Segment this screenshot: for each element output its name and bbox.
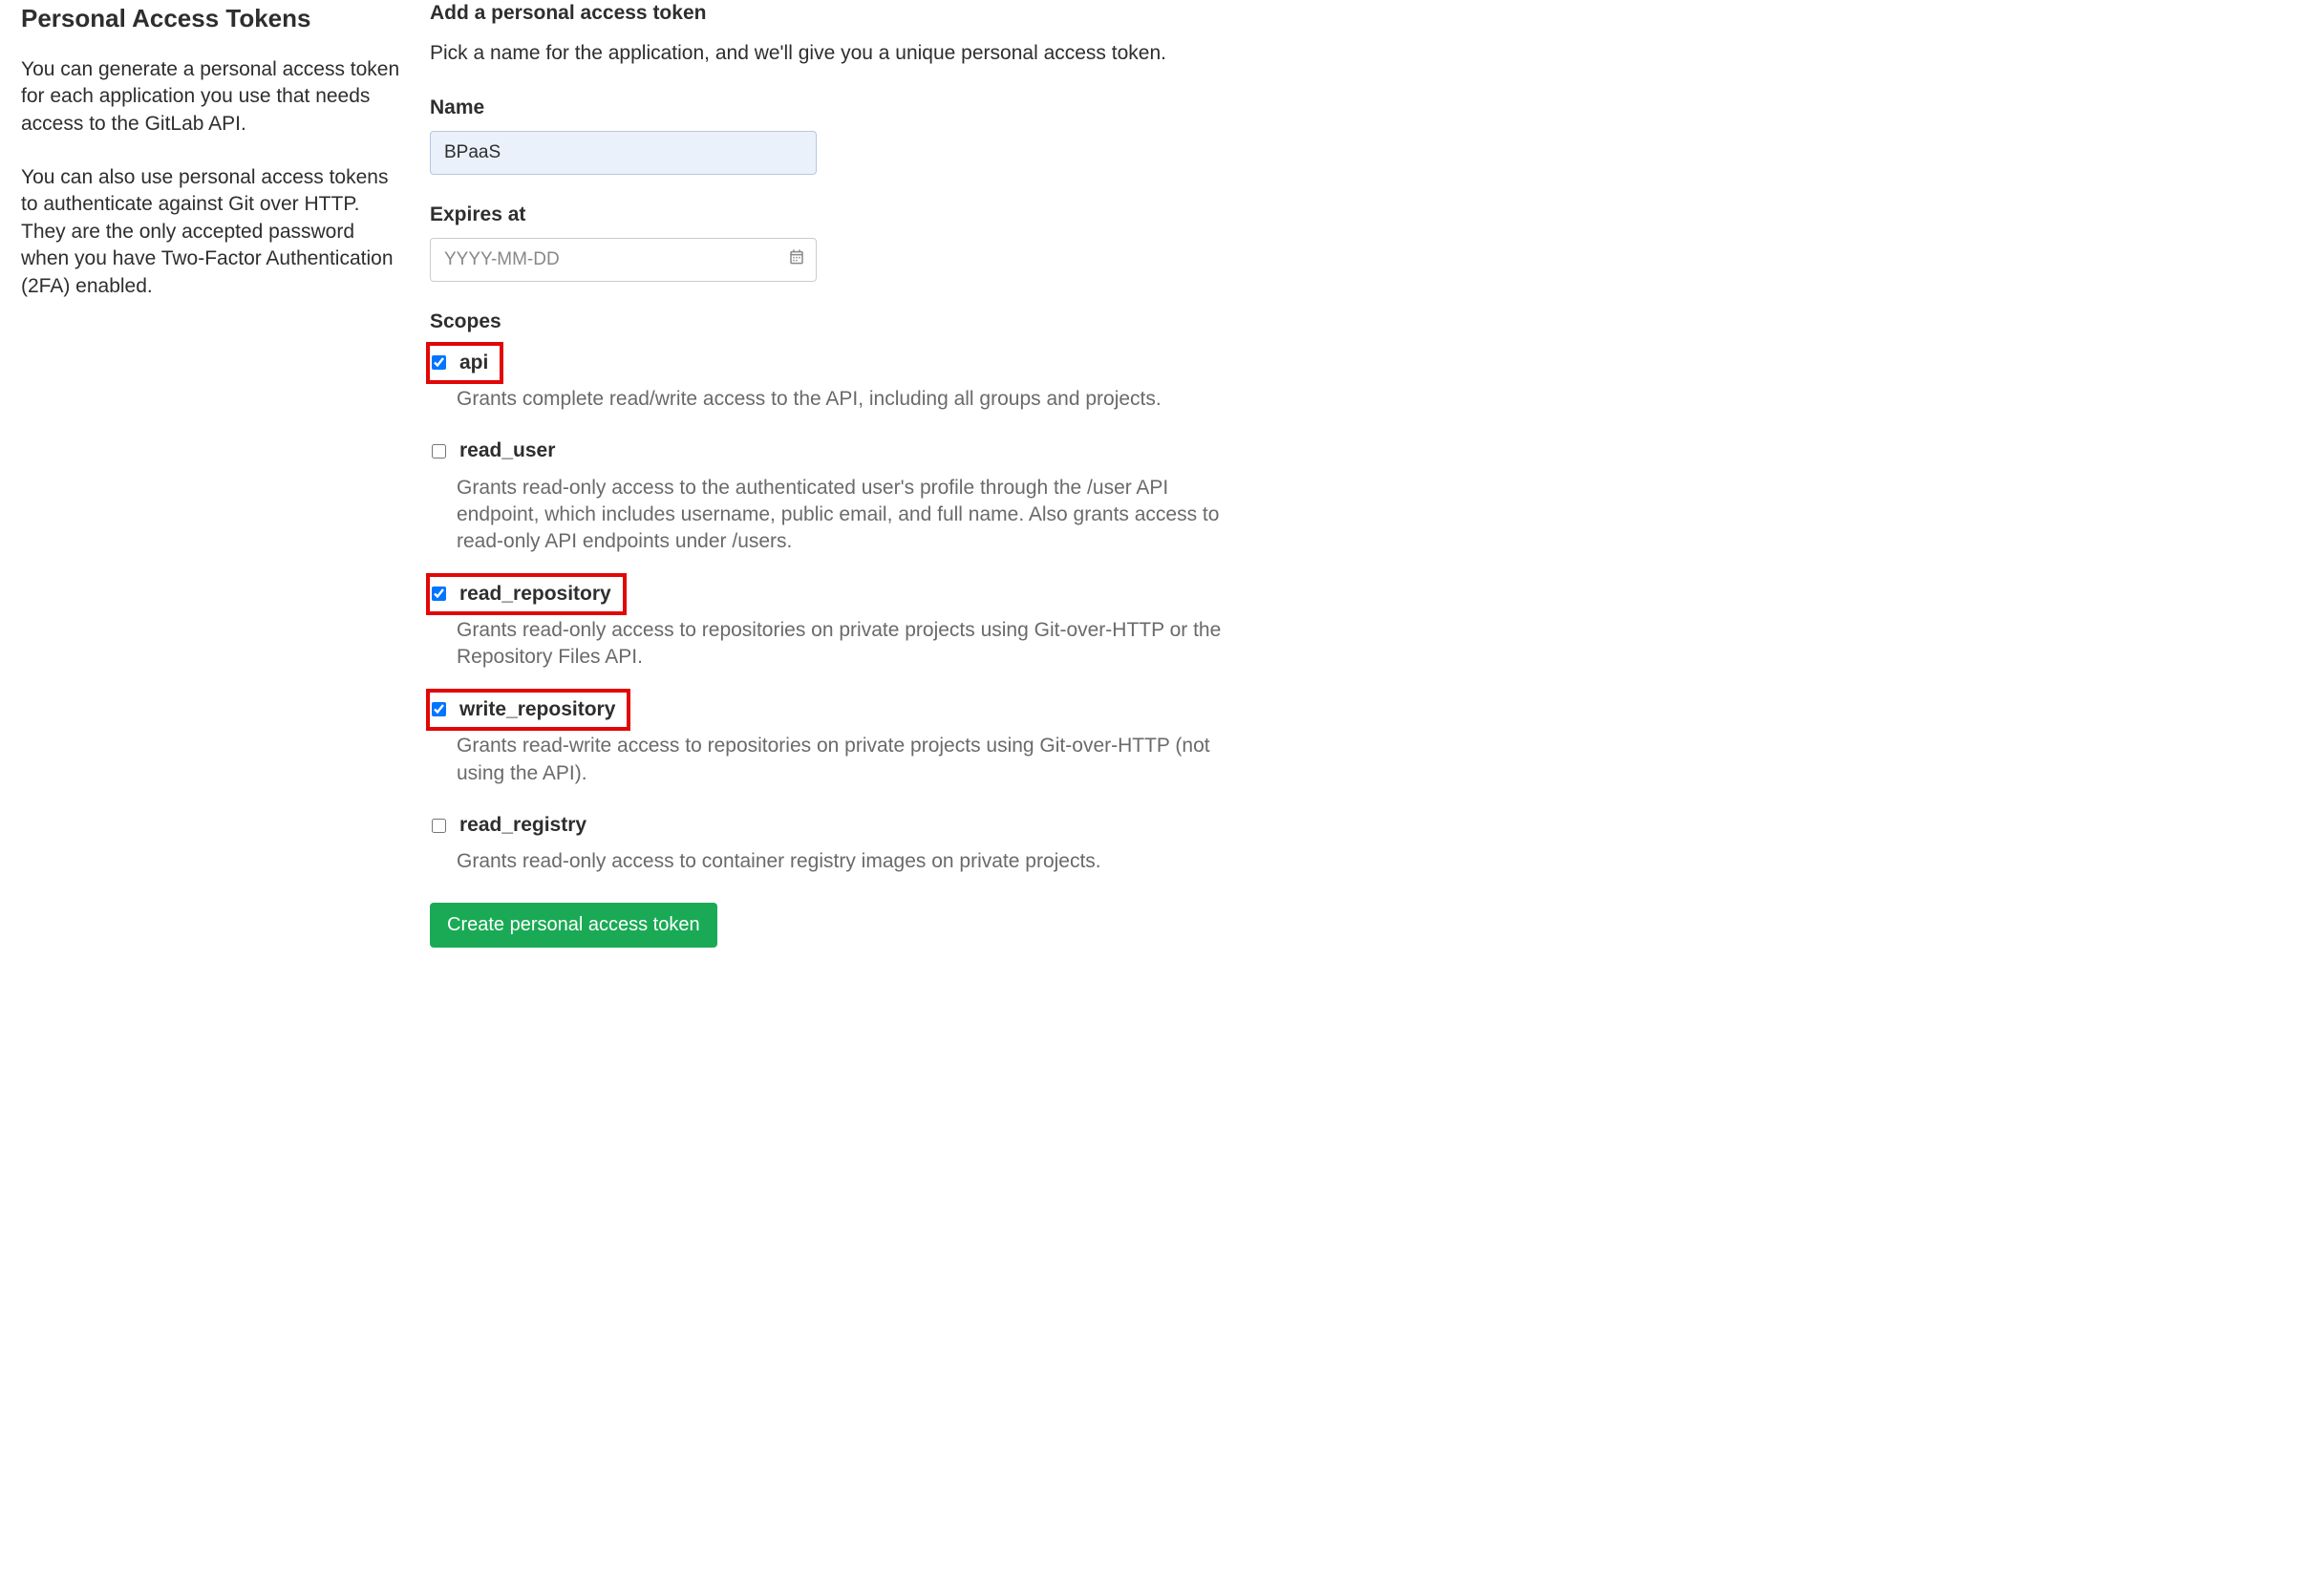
scope-head-write_repository[interactable]: write_repository (430, 693, 627, 727)
scopes-label: Scopes (430, 309, 1249, 335)
scope-label-read_repository: read_repository (459, 581, 611, 608)
scope-label-api: api (459, 350, 488, 376)
page-title: Personal Access Tokens (21, 2, 407, 35)
scope-item-read_repository: read_repository Grants read-only access t… (430, 577, 1238, 672)
name-label: Name (430, 95, 1249, 121)
scope-desc-read_user: Grants read-only access to the authentic… (457, 475, 1238, 556)
scope-desc-read_registry: Grants read-only access to container reg… (457, 848, 1238, 875)
expires-label: Expires at (430, 202, 1249, 228)
sidebar-paragraph: You can generate a personal access token… (21, 56, 407, 138)
scope-label-write_repository: write_repository (459, 696, 615, 723)
scope-head-read_registry[interactable]: read_registry (430, 808, 598, 843)
name-input[interactable] (430, 131, 817, 175)
scope-head-api[interactable]: api (430, 346, 500, 380)
scope-desc-api: Grants complete read/write access to the… (457, 386, 1238, 413)
expires-input[interactable] (430, 238, 817, 282)
scope-checkbox-write_repository[interactable] (432, 702, 446, 716)
sidebar-paragraph: You can also use personal access tokens … (21, 164, 407, 300)
scope-head-read_repository[interactable]: read_repository (430, 577, 623, 611)
scope-item-read_user: read_user Grants read-only access to the … (430, 434, 1238, 555)
form-subtext: Pick a name for the application, and we'… (430, 40, 1249, 67)
scope-label-read_registry: read_registry (459, 812, 586, 839)
scope-item-api: api Grants complete read/write access to … (430, 346, 1238, 414)
create-token-button[interactable]: Create personal access token (430, 903, 717, 948)
scope-checkbox-read_repository[interactable] (432, 587, 446, 601)
scopes-list: api Grants complete read/write access to … (430, 346, 1238, 876)
token-form: Add a personal access token Pick a name … (430, 0, 1249, 948)
scope-item-write_repository: write_repository Grants read-write access… (430, 693, 1238, 787)
scope-label-read_user: read_user (459, 437, 555, 464)
scope-checkbox-read_registry[interactable] (432, 819, 446, 833)
scope-desc-write_repository: Grants read-write access to repositories… (457, 733, 1238, 787)
scope-head-read_user[interactable]: read_user (430, 434, 566, 468)
sidebar-description: Personal Access Tokens You can generate … (21, 0, 407, 948)
scope-desc-read_repository: Grants read-only access to repositories … (457, 617, 1238, 672)
scope-checkbox-api[interactable] (432, 355, 446, 370)
form-heading: Add a personal access token (430, 0, 1249, 27)
scope-item-read_registry: read_registry Grants read-only access to … (430, 808, 1238, 876)
scope-checkbox-read_user[interactable] (432, 444, 446, 459)
